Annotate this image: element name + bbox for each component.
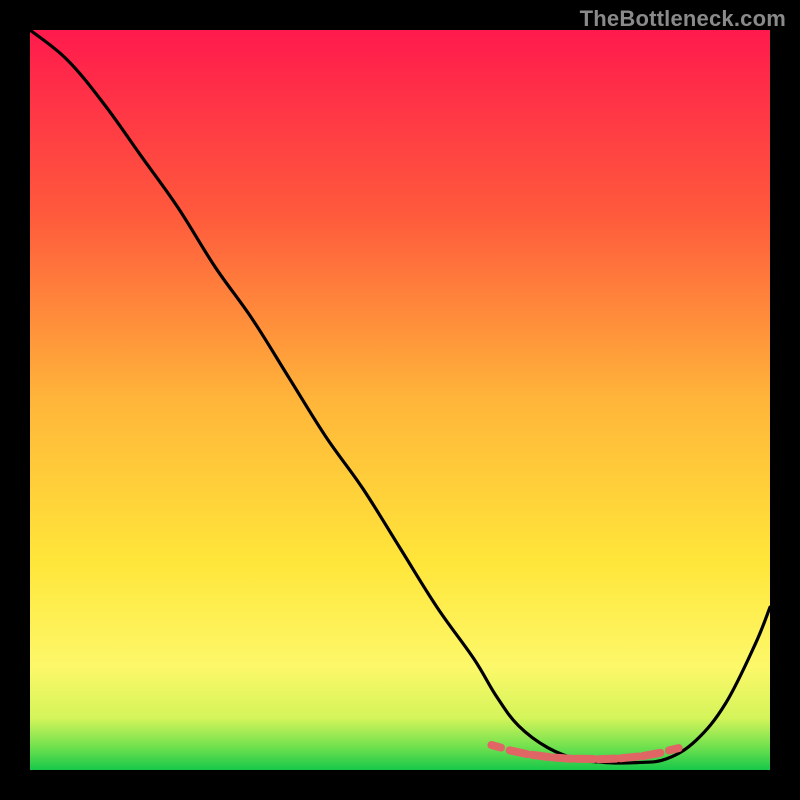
outer-frame: TheBottleneck.com [0, 0, 800, 800]
background-gradient [30, 30, 770, 770]
plot-area [30, 30, 770, 770]
watermark-text: TheBottleneck.com [580, 6, 786, 32]
